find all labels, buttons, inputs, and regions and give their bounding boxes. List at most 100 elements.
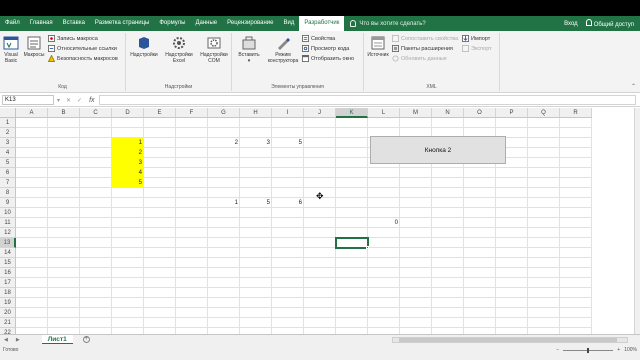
row-header-18[interactable]: 18: [0, 288, 16, 298]
cell-d6[interactable]: 4: [112, 168, 144, 178]
column-header-i[interactable]: I: [272, 108, 304, 118]
cell-d7[interactable]: 5: [112, 178, 144, 188]
zoom-in-icon[interactable]: +: [617, 347, 620, 353]
column-header-g[interactable]: G: [208, 108, 240, 118]
cancel-formula-icon[interactable]: ✕: [66, 97, 71, 104]
row-header-20[interactable]: 20: [0, 308, 16, 318]
cell-i9[interactable]: 6: [272, 198, 304, 208]
com-addins-button[interactable]: Надстройки COM: [198, 35, 230, 64]
row-header-3[interactable]: 3: [0, 138, 16, 148]
zoom-level[interactable]: 100%: [624, 347, 637, 353]
tab-home[interactable]: Главная: [25, 16, 58, 31]
source-button[interactable]: Источник: [364, 35, 392, 58]
row-header-4[interactable]: 4: [0, 148, 16, 158]
cell-d3[interactable]: 1: [112, 138, 144, 148]
row-header-16[interactable]: 16: [0, 268, 16, 278]
tab-formulas[interactable]: Формулы: [154, 16, 190, 31]
row-header-2[interactable]: 2: [0, 128, 16, 138]
collapse-ribbon-icon[interactable]: ⌃: [631, 83, 636, 90]
export-button[interactable]: Экспорт: [462, 45, 492, 52]
properties-button[interactable]: Свойства: [302, 35, 335, 42]
column-header-k[interactable]: K: [336, 108, 368, 118]
column-header-h[interactable]: H: [240, 108, 272, 118]
macros-button[interactable]: Макросы: [22, 35, 46, 58]
zoom-knob[interactable]: [587, 347, 590, 353]
sheet-tab-list1[interactable]: Лист1: [41, 334, 73, 344]
column-header-j[interactable]: J: [304, 108, 336, 118]
expansion-packs-button[interactable]: Пакеты расширения: [392, 45, 453, 52]
column-header-q[interactable]: Q: [528, 108, 560, 118]
row-header-11[interactable]: 11: [0, 218, 16, 228]
cell-g3[interactable]: 2: [208, 138, 240, 148]
tab-developer[interactable]: Разработчик: [299, 16, 345, 31]
tab-file[interactable]: Файл: [0, 16, 25, 31]
column-header-c[interactable]: C: [80, 108, 112, 118]
cell-d5[interactable]: 3: [112, 158, 144, 168]
add-sheet-button[interactable]: +: [82, 336, 90, 343]
column-header-e[interactable]: E: [144, 108, 176, 118]
cell-h3[interactable]: 3: [240, 138, 272, 148]
button-2[interactable]: Кнопка 2: [370, 136, 506, 164]
insert-control-button[interactable]: Вставить ▾: [234, 35, 264, 64]
sign-in-link[interactable]: Вход: [564, 21, 578, 27]
addins-button[interactable]: Надстройки: [128, 35, 160, 58]
row-header-21[interactable]: 21: [0, 318, 16, 328]
column-header-d[interactable]: D: [112, 108, 144, 118]
import-button[interactable]: Импорт: [462, 35, 490, 42]
row-header-9[interactable]: 9: [0, 198, 16, 208]
column-header-o[interactable]: O: [464, 108, 496, 118]
row-header-14[interactable]: 14: [0, 248, 16, 258]
tell-me-box[interactable]: Что вы хотите сделать?: [350, 20, 426, 27]
horizontal-scrollbar[interactable]: [392, 337, 628, 343]
column-header-n[interactable]: N: [432, 108, 464, 118]
column-header-r[interactable]: R: [560, 108, 592, 118]
insert-function-button[interactable]: fx: [89, 97, 94, 104]
name-box-dropdown-icon[interactable]: ▾: [57, 97, 60, 104]
row-header-8[interactable]: 8: [0, 188, 16, 198]
tab-view[interactable]: Вид: [279, 16, 300, 31]
column-header-m[interactable]: M: [400, 108, 432, 118]
design-mode-button[interactable]: Режим конструктора: [266, 35, 300, 64]
share-button[interactable]: Общий доступ: [585, 19, 634, 28]
row-header-1[interactable]: 1: [0, 118, 16, 128]
column-header-p[interactable]: P: [496, 108, 528, 118]
refresh-data-button[interactable]: Обновить данные: [392, 55, 447, 62]
column-header-a[interactable]: A: [16, 108, 48, 118]
tab-page-layout[interactable]: Разметка страницы: [90, 16, 154, 31]
row-header-13[interactable]: 13: [0, 238, 16, 248]
selected-cell[interactable]: [335, 237, 369, 249]
tab-insert[interactable]: Вставка: [58, 16, 90, 31]
name-box[interactable]: K13: [2, 95, 54, 105]
show-window-button[interactable]: Отобразить окно: [302, 55, 354, 62]
macro-security-button[interactable]: Безопасность макросов: [48, 55, 118, 62]
row-header-5[interactable]: 5: [0, 158, 16, 168]
prev-sheet-icon[interactable]: ◀: [4, 337, 8, 343]
formula-input[interactable]: [98, 95, 636, 105]
tab-data[interactable]: Данные: [190, 16, 222, 31]
tab-review[interactable]: Рецензирование: [222, 16, 278, 31]
row-header-6[interactable]: 6: [0, 168, 16, 178]
visual-basic-button[interactable]: Visual Basic: [0, 35, 22, 64]
record-macro-button[interactable]: Запись макроса: [48, 35, 98, 42]
cell-g9[interactable]: 1: [208, 198, 240, 208]
map-properties-button[interactable]: Сопоставить свойства: [392, 35, 458, 42]
cell-i3[interactable]: 5: [272, 138, 304, 148]
next-sheet-icon[interactable]: ▶: [16, 337, 20, 343]
cell-h9[interactable]: 5: [240, 198, 272, 208]
horizontal-scroll-thumb[interactable]: [399, 338, 617, 342]
row-header-15[interactable]: 15: [0, 258, 16, 268]
zoom-out-icon[interactable]: −: [556, 347, 559, 353]
column-header-l[interactable]: L: [368, 108, 400, 118]
worksheet-grid[interactable]: A B C D E F G H I J K L M N O P Q R 1 2 3 4 5 6 7 8 9 10 11 12 13 14 15 1…: [0, 108, 640, 334]
confirm-formula-icon[interactable]: ✓: [77, 97, 82, 104]
column-header-f[interactable]: F: [176, 108, 208, 118]
zoom-slider[interactable]: [563, 347, 614, 353]
cell-d4[interactable]: 2: [112, 148, 144, 158]
row-header-19[interactable]: 19: [0, 298, 16, 308]
relative-refs-button[interactable]: Относительные ссылки: [48, 45, 117, 52]
row-header-12[interactable]: 12: [0, 228, 16, 238]
excel-addins-button[interactable]: Надстройки Excel: [162, 35, 196, 64]
cell-l11[interactable]: 0: [368, 218, 400, 228]
vertical-scrollbar[interactable]: [634, 108, 640, 334]
row-header-17[interactable]: 17: [0, 278, 16, 288]
